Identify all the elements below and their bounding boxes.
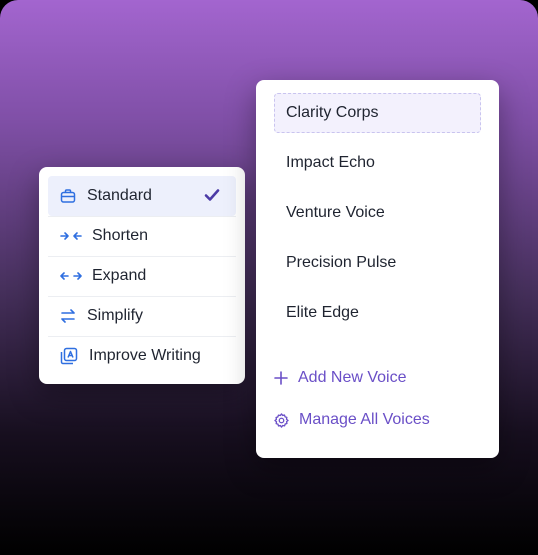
writing-mode-menu: Standard Shorten Expand Simplify Improve…: [39, 167, 245, 384]
checkmark-icon: [204, 188, 220, 207]
mode-item-expand[interactable]: Expand: [48, 256, 236, 296]
voice-label: Precision Pulse: [286, 254, 397, 271]
mode-item-shorten[interactable]: Shorten: [48, 216, 236, 256]
mode-label: Improve Writing: [89, 347, 201, 364]
arrows-outward-icon: [60, 268, 82, 284]
add-new-voice-label: Add New Voice: [298, 369, 407, 386]
mode-label: Shorten: [92, 227, 149, 244]
plus-icon: [274, 371, 288, 385]
voice-item-precision-pulse[interactable]: Precision Pulse: [274, 243, 481, 283]
voice-label: Clarity Corps: [286, 104, 379, 121]
mode-label: Standard: [87, 187, 152, 204]
gear-icon: [274, 412, 289, 428]
add-new-voice-button[interactable]: Add New Voice: [274, 369, 407, 387]
manage-all-voices-button[interactable]: Manage All Voices: [274, 411, 430, 429]
swap-arrows-icon: [60, 308, 76, 324]
voice-item-impact-echo[interactable]: Impact Echo: [274, 143, 481, 183]
briefcase-icon: [60, 188, 76, 204]
magic-edit-icon: [60, 347, 78, 365]
mode-item-standard[interactable]: Standard: [48, 176, 236, 216]
voice-menu: Clarity Corps Impact Echo Venture Voice …: [256, 80, 499, 458]
mode-item-simplify[interactable]: Simplify: [48, 296, 236, 336]
mode-item-improve-writing[interactable]: Improve Writing: [48, 336, 236, 376]
voice-label: Venture Voice: [286, 204, 385, 221]
manage-all-voices-label: Manage All Voices: [299, 411, 430, 428]
voice-item-elite-edge[interactable]: Elite Edge: [274, 293, 481, 333]
background-canvas: Standard Shorten Expand Simplify Improve…: [0, 0, 538, 555]
mode-label: Simplify: [87, 307, 144, 324]
mode-label: Expand: [92, 267, 147, 284]
arrows-inward-icon: [60, 228, 82, 244]
voice-item-venture-voice[interactable]: Venture Voice: [274, 193, 481, 233]
voice-label: Impact Echo: [286, 154, 375, 171]
voice-label: Elite Edge: [286, 304, 359, 321]
voice-item-clarity-corps[interactable]: Clarity Corps: [274, 93, 481, 133]
